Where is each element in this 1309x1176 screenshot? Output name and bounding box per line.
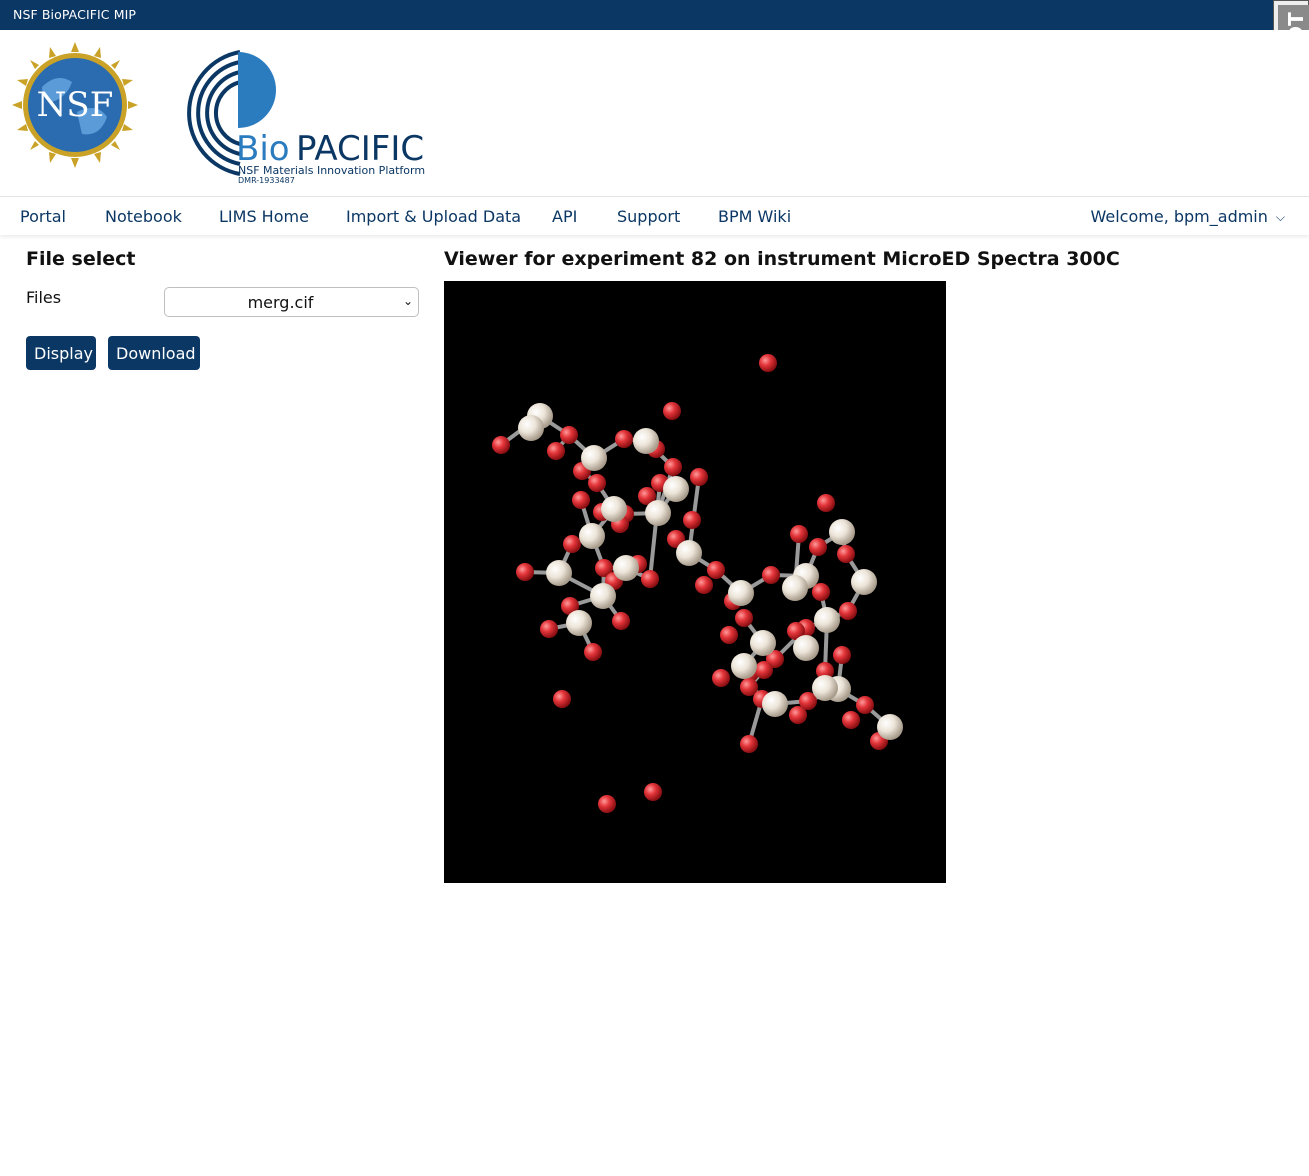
oxygen-atom [690, 468, 708, 486]
light-atom [590, 583, 616, 609]
oxygen-atom [516, 563, 534, 581]
files-select[interactable]: merg.cif ⌄ [164, 287, 419, 317]
molecule-viewer[interactable] [444, 281, 946, 883]
oxygen-atom [735, 609, 753, 627]
light-atom [782, 575, 808, 601]
light-atom [613, 555, 639, 581]
oxygen-atom [588, 474, 606, 492]
oxygen-atom [615, 430, 633, 448]
oxygen-atom [612, 612, 630, 630]
light-atom [581, 445, 607, 471]
oxygen-atom [644, 783, 662, 801]
oxygen-atom [584, 643, 602, 661]
welcome-text: Welcome, bpm_admin [1090, 207, 1268, 226]
light-atom [851, 569, 877, 595]
oxygen-atom [759, 354, 777, 372]
oxygen-atom [812, 583, 830, 601]
nav-portal[interactable]: Portal [20, 207, 66, 226]
nav-api[interactable]: API [552, 207, 577, 226]
oxygen-atom [755, 661, 773, 679]
oxygen-atom [789, 706, 807, 724]
oxygen-atom [663, 402, 681, 420]
viewer-title: Viewer for experiment 82 on instrument M… [444, 248, 1120, 270]
oxygen-atom [809, 538, 827, 556]
biopacific-logo[interactable]: Bio PACIFIC NSF Materials Innovation Pla… [178, 50, 438, 185]
oxygen-atom [641, 570, 659, 588]
nsf-logo[interactable]: NSF [12, 42, 138, 168]
light-atom [601, 496, 627, 522]
main-nav: Portal Notebook LIMS Home Import & Uploa… [0, 197, 1309, 235]
light-atom [579, 523, 605, 549]
light-atom [793, 635, 819, 661]
oxygen-atom [720, 626, 738, 644]
light-atom [829, 519, 855, 545]
site-header: NSF Bio PACIFIC NSF Materials Innovation… [0, 30, 1309, 197]
light-atom [812, 675, 838, 701]
oxygen-atom [712, 669, 730, 687]
light-atom [676, 540, 702, 566]
svg-text:NSF: NSF [37, 85, 114, 125]
oxygen-atom [572, 491, 590, 509]
display-button[interactable]: Display [26, 336, 96, 370]
oxygen-atom [740, 735, 758, 753]
oxygen-atom [790, 525, 808, 543]
chevron-down-icon: ⌄ [402, 294, 413, 308]
light-atom [518, 415, 544, 441]
light-atom [814, 607, 840, 633]
oxygen-atom [560, 426, 578, 444]
oxygen-atom [833, 646, 851, 664]
light-atom [762, 691, 788, 717]
files-label: Files [26, 288, 62, 307]
oxygen-atom [683, 511, 701, 529]
oxygen-atom [598, 795, 616, 813]
svg-text:DMR-1933487: DMR-1933487 [238, 176, 295, 185]
light-atom [750, 630, 776, 656]
oxygen-atom [553, 690, 571, 708]
user-menu[interactable]: Welcome, bpm_admin ⌵ [1091, 207, 1286, 226]
light-atom [877, 714, 903, 740]
oxygen-atom [856, 696, 874, 714]
file-select-title: File select [26, 248, 136, 270]
light-atom [731, 653, 757, 679]
oxygen-atom [762, 566, 780, 584]
brand-text: NSF BioPACIFIC MIP [13, 7, 137, 22]
nav-support[interactable]: Support [617, 207, 680, 226]
oxygen-atom [563, 535, 581, 553]
oxygen-atom [842, 711, 860, 729]
download-button[interactable]: Download [108, 336, 200, 370]
light-atom [633, 428, 659, 454]
molecule-canvas[interactable] [444, 281, 946, 883]
svg-text:Bio: Bio [236, 129, 290, 169]
oxygen-atom [707, 561, 725, 579]
light-atom [546, 560, 572, 586]
oxygen-atom [492, 436, 510, 454]
selected-file: merg.cif [247, 293, 314, 312]
oxygen-atom [837, 545, 855, 563]
nav-notebook[interactable]: Notebook [105, 207, 182, 226]
oxygen-atom [547, 442, 565, 460]
oxygen-atom [540, 620, 558, 638]
light-atom [566, 610, 592, 636]
oxygen-atom [839, 602, 857, 620]
light-atom [663, 476, 689, 502]
file-select-panel: File select Files merg.cif ⌄ Display Dow… [26, 248, 419, 370]
chevron-down-icon: ⌵ [1275, 210, 1285, 224]
oxygen-atom [664, 458, 682, 476]
nav-lims-home[interactable]: LIMS Home [219, 207, 309, 226]
nav-bpm-wiki[interactable]: BPM Wiki [718, 207, 791, 226]
svg-text:PACIFIC: PACIFIC [296, 129, 424, 169]
light-atom [645, 500, 671, 526]
top-bar: NSF BioPACIFIC MIP [0, 0, 1309, 30]
oxygen-atom [817, 494, 835, 512]
oxygen-atom [695, 576, 713, 594]
light-atom [728, 580, 754, 606]
nav-import-upload[interactable]: Import & Upload Data [346, 207, 521, 226]
